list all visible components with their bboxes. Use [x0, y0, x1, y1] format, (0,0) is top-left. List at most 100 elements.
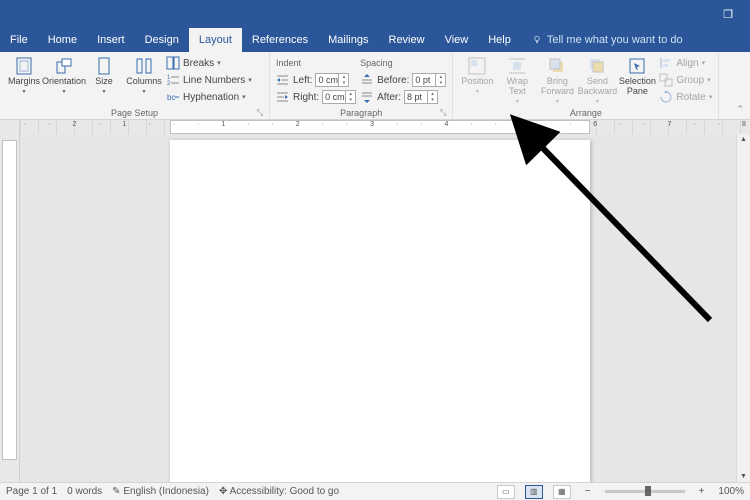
spacing-after-input[interactable]: 8 pt▴▾	[404, 90, 438, 104]
ribbon-tabs: File Home Insert Design Layout Reference…	[0, 28, 750, 52]
zoom-slider[interactable]	[605, 490, 685, 493]
group-paragraph: Indent Left: 0 cm▴▾ Right: 0 cm▴▾ Spacin…	[270, 52, 453, 119]
indent-header: Indent	[276, 55, 356, 71]
tab-review[interactable]: Review	[379, 28, 435, 52]
selection-pane-button[interactable]: Selection Pane	[619, 54, 655, 97]
scroll-up-icon[interactable]: ▲	[738, 134, 749, 145]
chevron-down-icon: ▾	[709, 93, 713, 101]
send-backward-button[interactable]: Send Backward ▾	[579, 54, 615, 105]
hyphenation-icon: bc	[166, 90, 180, 104]
view-read-mode-button[interactable]: ▭	[497, 485, 515, 499]
ribbon: Margins ▾ Orientation ▾ Size ▾ Columns ▾	[0, 52, 750, 120]
svg-text:bc: bc	[167, 93, 175, 102]
columns-icon	[134, 56, 154, 76]
zoom-out-button[interactable]: −	[581, 486, 595, 497]
indent-right-input[interactable]: 0 cm▴▾	[322, 90, 356, 104]
wrap-text-button[interactable]: Wrap Text ▾	[499, 54, 535, 105]
page[interactable]	[170, 140, 590, 482]
restore-window-icon[interactable]: ❐	[714, 4, 742, 24]
status-language[interactable]: ✎ English (Indonesia)	[112, 486, 209, 497]
indent-right-icon	[276, 90, 290, 104]
tab-mailings[interactable]: Mailings	[318, 28, 378, 52]
line-numbers-button[interactable]: 12 Line Numbers ▾	[166, 72, 252, 88]
breaks-icon	[166, 56, 180, 70]
chevron-down-icon: ▾	[102, 88, 105, 95]
size-button[interactable]: Size ▾	[86, 54, 122, 95]
tab-view[interactable]: View	[435, 28, 479, 52]
spacing-before-input[interactable]: 0 pt▴▾	[412, 73, 446, 87]
view-print-layout-button[interactable]: ▥	[525, 485, 543, 499]
title-bar: ❐	[0, 0, 750, 28]
tab-file[interactable]: File	[0, 28, 38, 52]
breaks-button[interactable]: Breaks ▾	[166, 55, 252, 71]
chevron-down-icon: ▾	[217, 59, 221, 67]
align-icon	[659, 56, 673, 70]
document-area: ▲ ▼	[0, 134, 750, 482]
chevron-down-icon: ▾	[556, 98, 559, 105]
tab-help[interactable]: Help	[478, 28, 521, 52]
spacing-header: Spacing	[360, 55, 446, 71]
zoom-level[interactable]: 100%	[718, 486, 744, 497]
selection-pane-icon	[627, 56, 647, 76]
position-icon	[467, 56, 487, 76]
lightbulb-icon	[531, 34, 543, 46]
tell-me-search[interactable]: Tell me what you want to do	[521, 28, 693, 52]
tab-layout[interactable]: Layout	[189, 28, 242, 52]
bring-forward-button[interactable]: Bring Forward ▾	[539, 54, 575, 105]
tab-design[interactable]: Design	[135, 28, 189, 52]
status-page[interactable]: Page 1 of 1	[6, 486, 57, 497]
status-bar: Page 1 of 1 0 words ✎ English (Indonesia…	[0, 482, 750, 500]
group-button[interactable]: Group ▾	[659, 72, 712, 88]
group-arrange: Position ▾ Wrap Text ▾ Bring Forward ▾ S…	[453, 52, 719, 119]
paragraph-launcher-icon[interactable]: ⤡	[440, 108, 446, 118]
group-page-setup: Margins ▾ Orientation ▾ Size ▾ Columns ▾	[0, 52, 270, 119]
spacing-before-icon	[360, 73, 374, 87]
proofing-icon: ✎	[112, 486, 120, 497]
chevron-down-icon: ▾	[62, 88, 65, 95]
chevron-down-icon: ▾	[516, 98, 519, 105]
collapse-ribbon-icon[interactable]: ⌃	[736, 104, 744, 115]
size-icon	[94, 56, 114, 76]
document-canvas[interactable]	[20, 134, 736, 482]
view-web-layout-button[interactable]: ▦	[553, 485, 571, 499]
status-accessibility[interactable]: ✥ Accessibility: Good to go	[219, 486, 339, 497]
columns-button[interactable]: Columns ▾	[126, 54, 162, 95]
line-numbers-icon: 12	[166, 73, 180, 87]
orientation-icon	[54, 56, 74, 76]
margins-button[interactable]: Margins ▾	[6, 54, 42, 95]
tell-me-label: Tell me what you want to do	[547, 34, 683, 46]
zoom-in-button[interactable]: +	[695, 486, 709, 497]
indent-left-input[interactable]: 0 cm▴▾	[315, 73, 349, 87]
chevron-down-icon: ▾	[142, 88, 145, 95]
rotate-button[interactable]: Rotate ▾	[659, 89, 712, 105]
status-word-count[interactable]: 0 words	[67, 486, 102, 497]
rotate-icon	[659, 90, 673, 104]
wrap-text-icon	[507, 56, 527, 76]
tab-references[interactable]: References	[242, 28, 318, 52]
vertical-ruler[interactable]	[0, 134, 20, 482]
chevron-down-icon: ▾	[22, 88, 25, 95]
chevron-down-icon: ▾	[476, 88, 479, 95]
hyphenation-button[interactable]: bc Hyphenation ▾	[166, 89, 252, 105]
bring-forward-icon	[547, 56, 567, 76]
chevron-down-icon: ▾	[702, 59, 706, 67]
horizontal-ruler[interactable]: · · 2 · 1 · · · 1 · · 2 · · 3 · · 4 · · …	[0, 120, 750, 134]
tab-insert[interactable]: Insert	[87, 28, 135, 52]
page-setup-launcher-icon[interactable]: ⤡	[257, 108, 263, 118]
indent-left-icon	[276, 73, 290, 87]
chevron-down-icon: ▾	[242, 93, 246, 101]
margins-icon	[14, 56, 34, 76]
chevron-down-icon: ▾	[596, 98, 599, 105]
svg-text:2: 2	[167, 81, 171, 87]
position-button[interactable]: Position ▾	[459, 54, 495, 95]
chevron-down-icon: ▾	[248, 76, 252, 84]
align-button[interactable]: Align ▾	[659, 55, 712, 71]
orientation-button[interactable]: Orientation ▾	[46, 54, 82, 95]
send-backward-icon	[587, 56, 607, 76]
spacing-after-icon	[360, 90, 374, 104]
tab-home[interactable]: Home	[38, 28, 87, 52]
chevron-down-icon: ▾	[707, 76, 711, 84]
vertical-scrollbar[interactable]: ▲ ▼	[736, 134, 750, 482]
scroll-down-icon[interactable]: ▼	[738, 471, 749, 482]
group-icon	[659, 73, 673, 87]
